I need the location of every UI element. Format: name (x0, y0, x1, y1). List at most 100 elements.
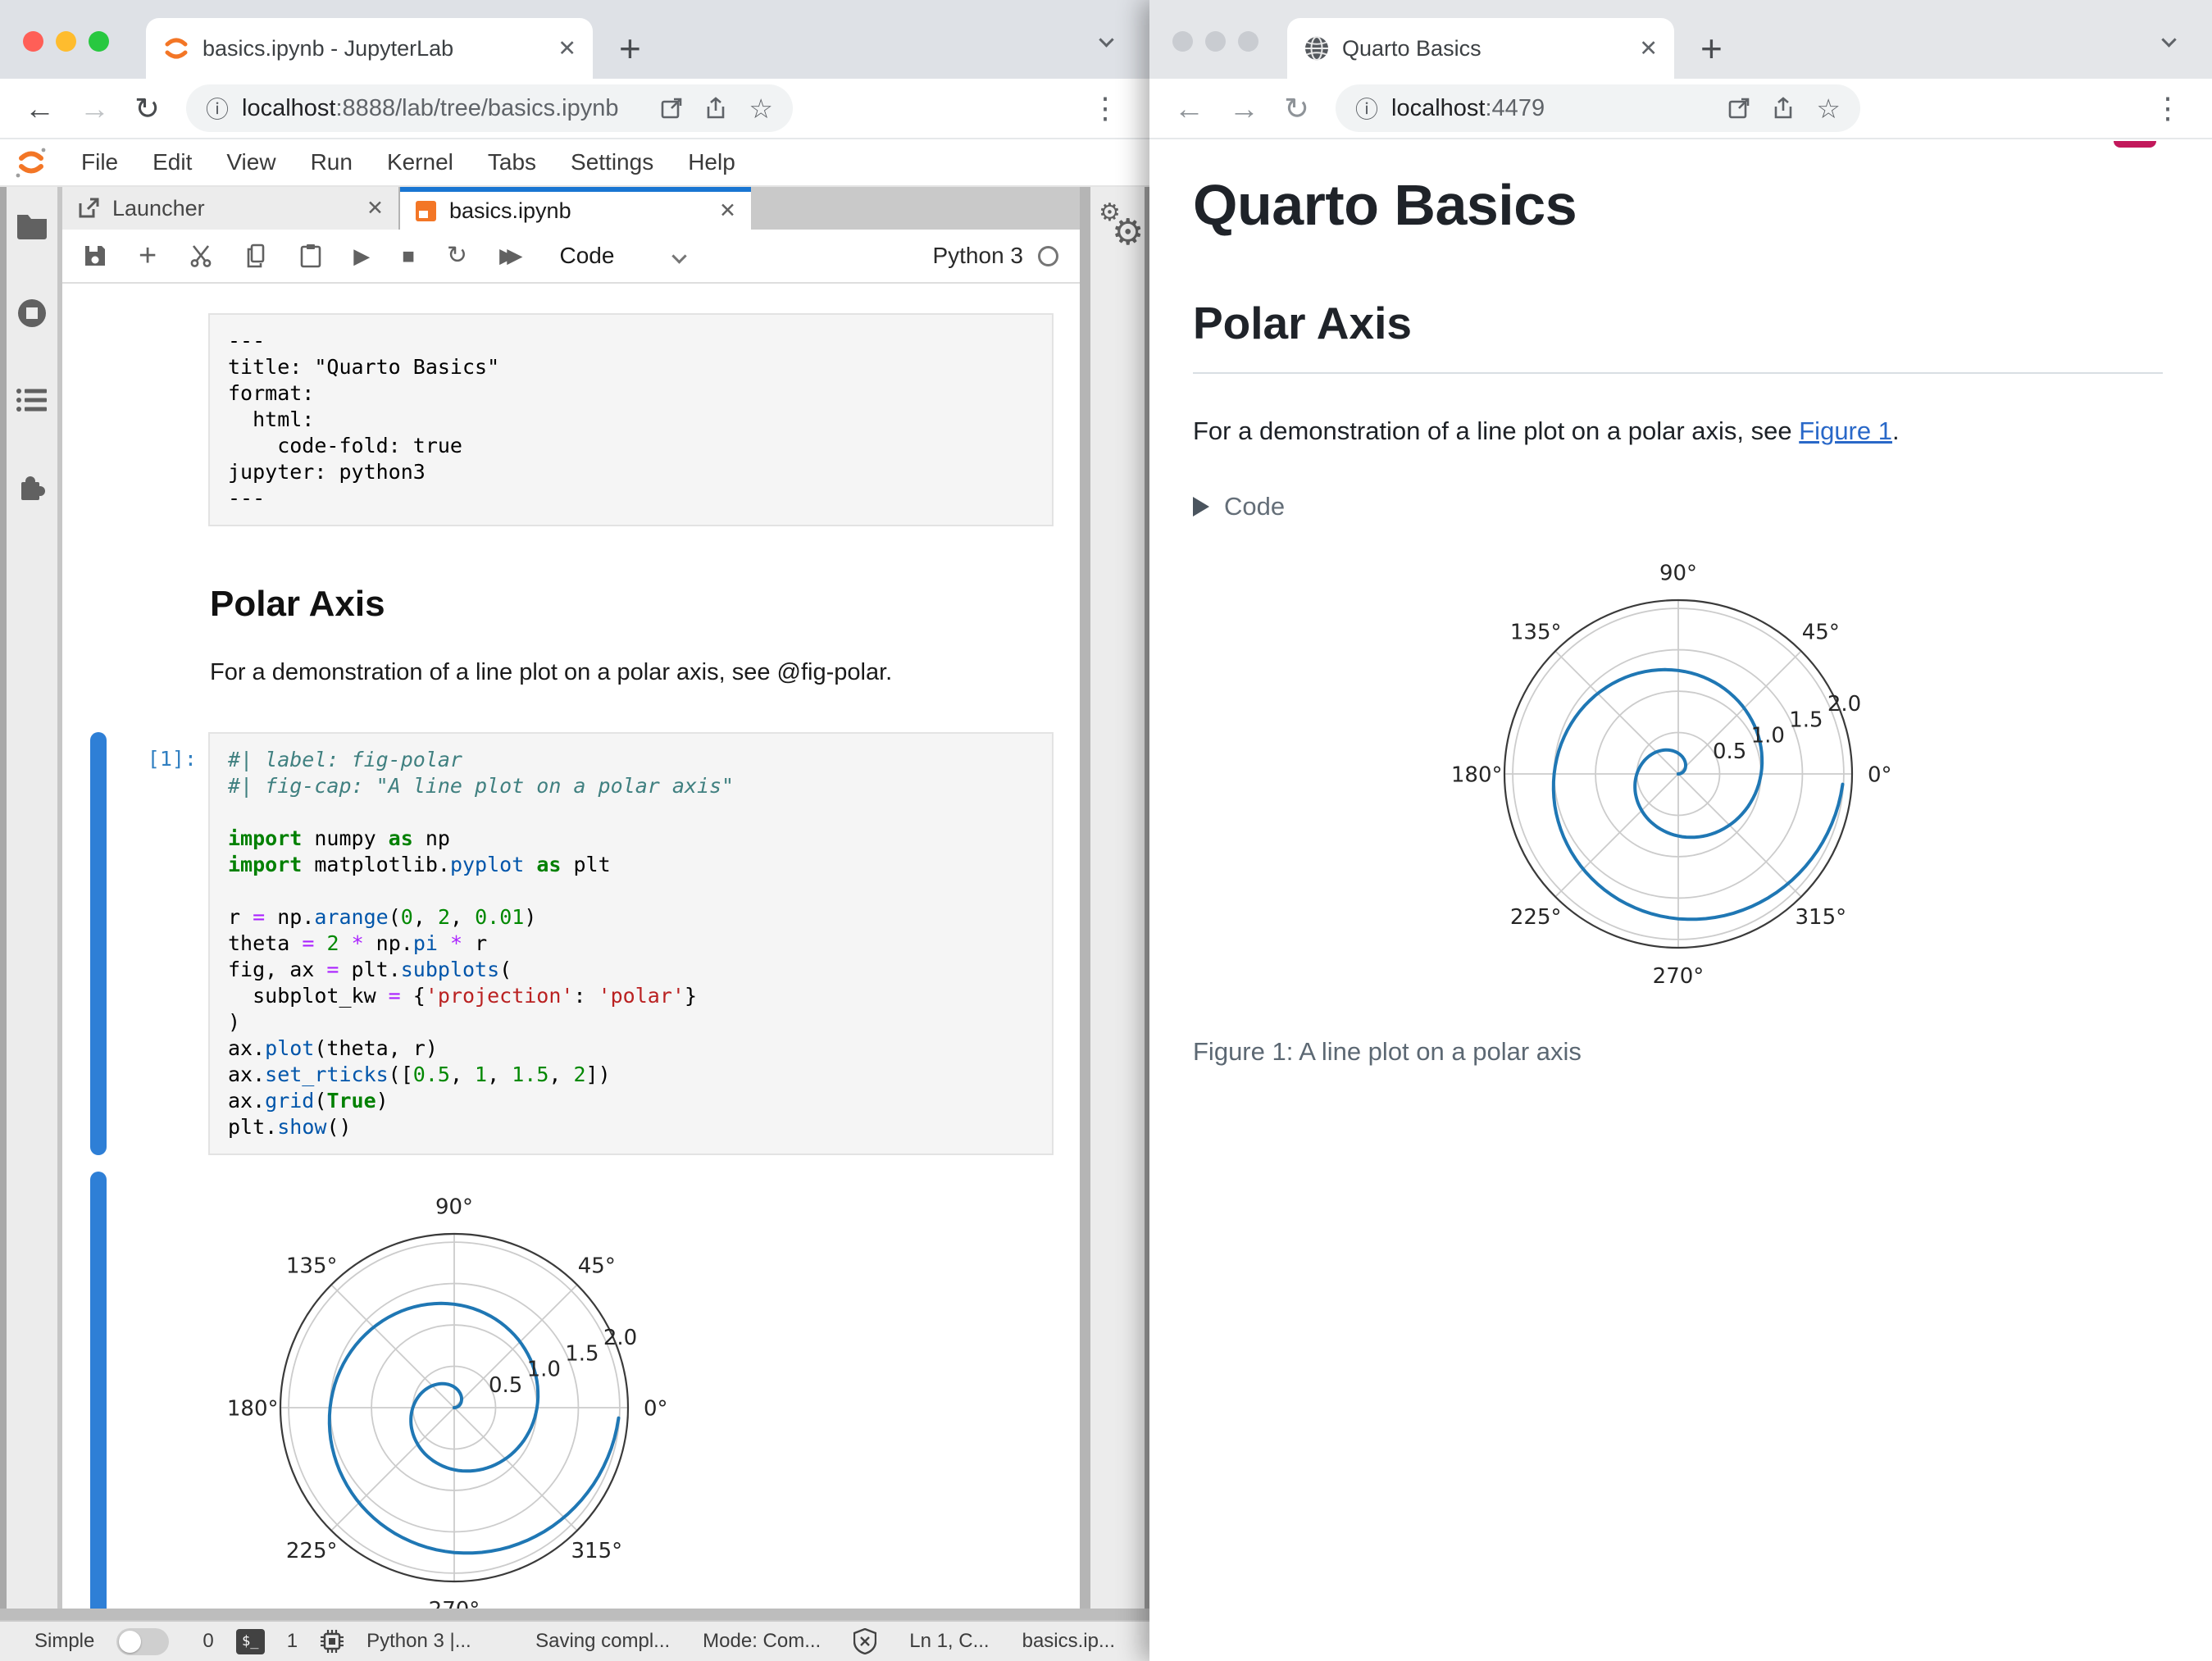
tab-search-chevron-icon[interactable] (2161, 32, 2177, 48)
menu-settings[interactable]: Settings (553, 149, 671, 175)
menu-help[interactable]: Help (671, 149, 753, 175)
svg-text:0.5: 0.5 (1712, 739, 1745, 764)
back-button[interactable]: ← (25, 93, 55, 124)
extension-manager-icon[interactable] (15, 471, 49, 505)
menu-view[interactable]: View (209, 149, 293, 175)
output-collapser[interactable] (90, 1172, 107, 1609)
restart-kernel-button[interactable]: ↻ (447, 243, 467, 268)
back-button[interactable]: ← (1174, 93, 1204, 124)
cut-cells-button[interactable] (189, 243, 213, 268)
tab-close-icon[interactable]: ✕ (1639, 36, 1658, 61)
notebook-panel[interactable]: --- title: "Quarto Basics" format: html:… (62, 284, 1080, 1609)
browser-menu-icon[interactable]: ⋮ (2153, 91, 2182, 125)
stop-button[interactable]: ■ (402, 245, 415, 266)
forward-button[interactable]: → (80, 93, 110, 124)
kernel-status-icon[interactable] (1038, 245, 1058, 266)
open-in-new-icon[interactable] (660, 97, 683, 120)
output-cell: 0° 45° 90° 135° 180° 225° 270° 315° 0.51.01.52.0 (62, 1172, 1054, 1609)
url-text: localhost:4479 (1391, 94, 1545, 121)
table-of-contents-icon[interactable] (16, 387, 48, 413)
panel-divider (1080, 187, 1090, 1609)
svg-text:270°: 270° (1652, 964, 1704, 989)
svg-text:1.5: 1.5 (565, 1341, 599, 1366)
tab-search-chevron-icon[interactable] (1099, 32, 1114, 48)
menu-kernel[interactable]: Kernel (370, 149, 471, 175)
save-button[interactable] (84, 244, 107, 267)
reload-button[interactable]: ↻ (134, 93, 160, 124)
terminal-icon[interactable]: $_ (235, 1628, 265, 1654)
window-controls (23, 31, 109, 52)
markdown-cell[interactable]: Polar Axis For a demonstration of a line… (62, 569, 1054, 686)
run-button[interactable]: ▶ (353, 245, 370, 266)
profile-avatar-indicator[interactable] (2114, 141, 2156, 148)
url-omnibox[interactable]: ⓘ localhost:8888/lab/tree/basics.ipynb ☆ (186, 84, 794, 132)
svg-text:225°: 225° (286, 1539, 338, 1563)
running-sessions-icon[interactable] (16, 297, 48, 330)
dock-tab-launcher[interactable]: Launcher ✕ (62, 187, 400, 230)
zoom-window-button[interactable] (89, 31, 109, 52)
share-icon[interactable] (704, 97, 727, 120)
run-all-button[interactable]: ▶▶ (499, 245, 523, 266)
open-in-new-icon[interactable] (1727, 97, 1750, 120)
zoom-window-button[interactable] (1238, 31, 1258, 52)
minimize-window-button[interactable] (1205, 31, 1226, 52)
cursor-position[interactable]: Ln 1, C... (909, 1630, 989, 1653)
polar-chart: 0° 45° 90° 135° 180° 225° 270° 315° 0.51.01.52.0 (227, 1195, 668, 1609)
kernels-count[interactable]: 1 (287, 1630, 298, 1653)
new-tab-button[interactable]: + (1700, 26, 1723, 71)
cell-prompt (107, 569, 208, 686)
minimize-window-button[interactable] (56, 31, 76, 52)
site-info-icon[interactable]: ⓘ (206, 92, 229, 125)
file-browser-icon[interactable] (16, 212, 48, 239)
add-cell-button[interactable]: + (139, 240, 157, 271)
cell-prompt (107, 313, 208, 526)
cell-collapser[interactable] (90, 313, 107, 526)
yaml-cell[interactable]: --- title: "Quarto Basics" format: html:… (62, 313, 1054, 526)
dock-tab-notebook[interactable]: basics.ipynb ✕ (400, 187, 751, 230)
bookmark-star-icon[interactable]: ☆ (1816, 95, 1841, 122)
figure-link[interactable]: Figure 1 (1799, 416, 1892, 445)
cell-collapser[interactable] (90, 569, 107, 686)
code-editor[interactable]: #| label: fig-polar #| fig-cap: "A line p… (208, 732, 1054, 1155)
code-fold-toggle[interactable]: Code (1193, 492, 2163, 521)
svg-text:0°: 0° (644, 1396, 668, 1421)
yaml-cell-editor[interactable]: --- title: "Quarto Basics" format: html:… (208, 313, 1054, 526)
copy-cells-button[interactable] (245, 243, 268, 268)
menu-run[interactable]: Run (294, 149, 370, 175)
cell-type-chevron-icon[interactable] (671, 248, 688, 264)
simple-mode-toggle[interactable] (116, 1627, 170, 1655)
share-icon[interactable] (1772, 97, 1795, 120)
bookmark-star-icon[interactable]: ☆ (749, 95, 773, 122)
site-info-icon[interactable]: ⓘ (1355, 92, 1378, 125)
mode-indicator[interactable]: Mode: Com... (703, 1630, 821, 1653)
desktop: basics.ipynb - JupyterLab ✕ + ← → ↻ ⓘ lo… (0, 0, 2212, 1661)
browser-tab[interactable]: basics.ipynb - JupyterLab ✕ (146, 18, 593, 79)
polar-chart: 0° 45° 90° 135° 180° 225° 270° 315° 0.51.01.52.0 (1450, 562, 1891, 990)
svg-text:315°: 315° (1795, 905, 1846, 930)
cell-type-dropdown[interactable]: Code (560, 243, 615, 269)
paste-cells-button[interactable] (300, 243, 321, 268)
cell-collapser[interactable] (90, 732, 107, 1155)
tab-close-icon[interactable]: ✕ (558, 36, 576, 61)
browser-menu-icon[interactable]: ⋮ (1090, 91, 1120, 125)
new-tab-button[interactable]: + (619, 26, 641, 71)
browser-tab[interactable]: Quarto Basics ✕ (1287, 18, 1674, 79)
menu-file[interactable]: File (64, 149, 135, 175)
dock-tab-close-icon[interactable]: ✕ (366, 196, 384, 221)
reload-button[interactable]: ↻ (1284, 93, 1309, 124)
saving-status: Saving compl... (535, 1630, 671, 1652)
close-window-button[interactable] (1172, 31, 1193, 52)
close-window-button[interactable] (23, 31, 43, 52)
terminals-count[interactable]: 0 (203, 1630, 213, 1653)
menu-tabs[interactable]: Tabs (471, 149, 553, 175)
dock-tab-close-icon[interactable]: ✕ (719, 198, 736, 223)
forward-button[interactable]: → (1229, 93, 1259, 124)
kernel-status-text[interactable]: Python 3 |... (366, 1630, 471, 1653)
jupyterlab-menubar: File Edit View Run Kernel Tabs Settings … (0, 139, 1149, 187)
kernel-name-label[interactable]: Python 3 (932, 243, 1023, 269)
url-omnibox[interactable]: ⓘ localhost:4479 ☆ (1336, 84, 1861, 132)
code-cell[interactable]: [1]: #| label: fig-polar #| fig-cap: "A l… (62, 732, 1054, 1155)
markdown-paragraph: For a demonstration of a line plot on a … (210, 659, 893, 685)
jupyterlab-main-area: Launcher ✕ basics.ipynb ✕ + ▶ ■ ↻ ▶▶ Cod… (62, 187, 1080, 1609)
menu-edit[interactable]: Edit (135, 149, 209, 175)
